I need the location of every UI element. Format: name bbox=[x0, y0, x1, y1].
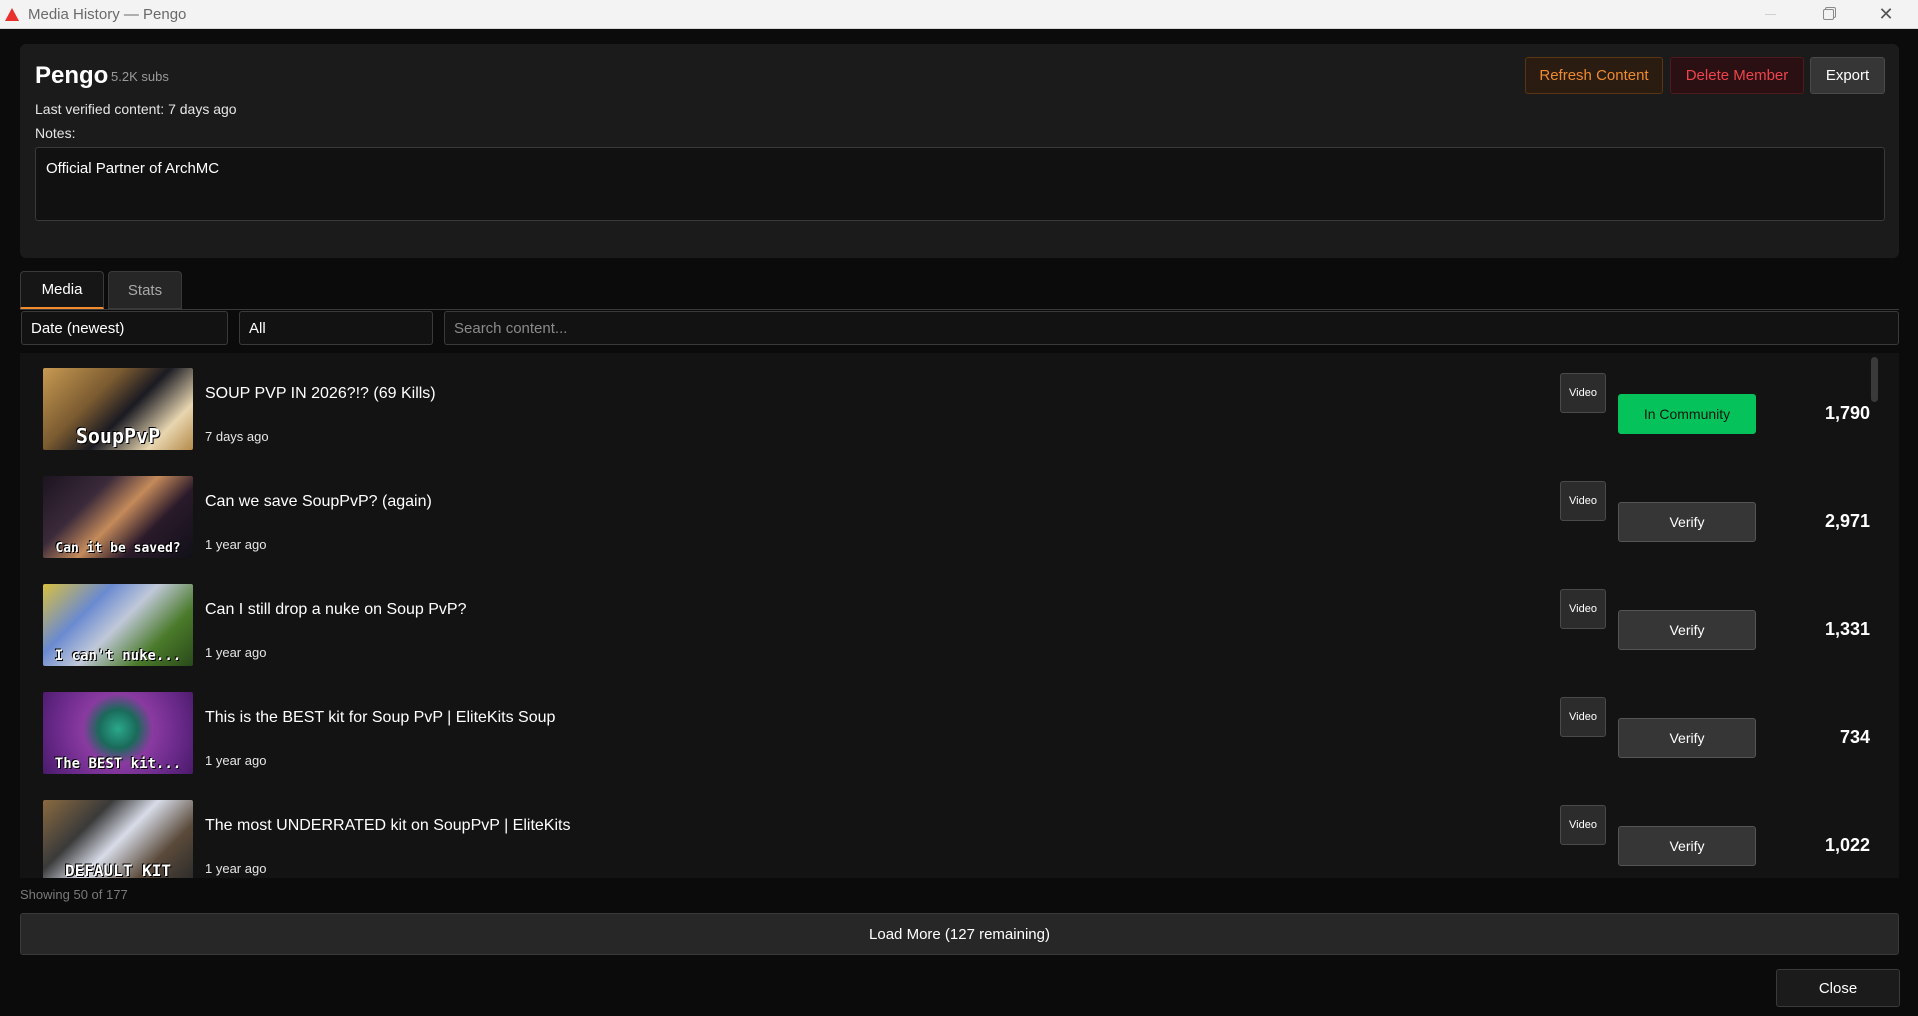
list-item: DEFAULT KIT The most UNDERRATED kit on S… bbox=[20, 785, 1880, 878]
scrollbar-thumb[interactable] bbox=[1871, 357, 1878, 402]
media-type-badge: Video bbox=[1560, 805, 1606, 845]
restore-icon bbox=[1822, 9, 1834, 20]
media-list: SoupPvP SOUP PVP IN 2026?!? (69 Kills) 7… bbox=[20, 353, 1899, 878]
close-button[interactable]: Close bbox=[1776, 969, 1900, 1007]
list-item: Can it be saved? Can we save SoupPvP? (a… bbox=[20, 461, 1880, 561]
maximize-button[interactable] bbox=[1804, 0, 1852, 29]
export-button[interactable]: Export bbox=[1810, 57, 1885, 94]
list-item: I can't nuke... Can I still drop a nuke … bbox=[20, 569, 1880, 669]
media-date: 1 year ago bbox=[205, 645, 267, 660]
media-title[interactable]: SOUP PVP IN 2026?!? (69 Kills) bbox=[205, 385, 436, 403]
last-verified-text: Last verified content: 7 days ago bbox=[35, 101, 237, 117]
subscriber-count: 5.2K subs bbox=[111, 69, 169, 84]
list-item: SoupPvP SOUP PVP IN 2026?!? (69 Kills) 7… bbox=[20, 353, 1880, 453]
video-thumbnail[interactable]: The BEST kit... bbox=[43, 692, 193, 774]
notes-label: Notes: bbox=[35, 125, 76, 141]
media-type-badge: Video bbox=[1560, 589, 1606, 629]
tab-media[interactable]: Media bbox=[20, 271, 104, 309]
video-thumbnail[interactable]: SoupPvP bbox=[43, 368, 193, 450]
tab-divider bbox=[20, 309, 1899, 310]
tab-stats[interactable]: Stats bbox=[108, 271, 182, 309]
thumbnail-caption: SoupPvP bbox=[75, 424, 161, 448]
close-icon: ✕ bbox=[1878, 4, 1894, 24]
showing-count: Showing 50 of 177 bbox=[20, 887, 128, 902]
in-community-button[interactable]: In Community bbox=[1618, 394, 1756, 434]
media-date: 7 days ago bbox=[205, 429, 269, 444]
list-scrollbar[interactable] bbox=[1870, 353, 1878, 878]
load-more-button[interactable]: Load More (127 remaining) bbox=[20, 913, 1899, 955]
thumbnail-caption: DEFAULT KIT bbox=[65, 861, 171, 878]
media-date: 1 year ago bbox=[205, 861, 267, 876]
view-count: 1,022 bbox=[1824, 835, 1870, 855]
video-thumbnail[interactable]: DEFAULT KIT bbox=[43, 800, 193, 878]
sort-select[interactable]: Date (newest) bbox=[21, 311, 228, 345]
media-date: 1 year ago bbox=[205, 753, 267, 768]
list-item: The BEST kit... This is the BEST kit for… bbox=[20, 677, 1880, 777]
type-filter-select[interactable]: All bbox=[239, 311, 433, 345]
refresh-content-button[interactable]: Refresh Content bbox=[1525, 57, 1663, 94]
media-type-badge: Video bbox=[1560, 697, 1606, 737]
media-title[interactable]: This is the BEST kit for Soup PvP | Elit… bbox=[205, 709, 555, 727]
verify-button[interactable]: Verify bbox=[1618, 826, 1756, 866]
verify-button[interactable]: Verify bbox=[1618, 610, 1756, 650]
delete-member-button[interactable]: Delete Member bbox=[1670, 57, 1804, 94]
app-logo-icon bbox=[5, 8, 19, 21]
thumbnail-caption: The BEST kit... bbox=[54, 756, 182, 772]
verify-button[interactable]: Verify bbox=[1618, 718, 1756, 758]
video-thumbnail[interactable]: I can't nuke... bbox=[43, 584, 193, 666]
media-type-badge: Video bbox=[1560, 481, 1606, 521]
video-thumbnail[interactable]: Can it be saved? bbox=[43, 476, 193, 558]
verify-button[interactable]: Verify bbox=[1618, 502, 1756, 542]
view-count: 1,790 bbox=[1824, 403, 1870, 423]
view-count: 1,331 bbox=[1824, 619, 1870, 639]
window-close-button[interactable]: ✕ bbox=[1862, 0, 1910, 29]
minimize-button[interactable] bbox=[1746, 0, 1794, 29]
media-date: 1 year ago bbox=[205, 537, 267, 552]
member-header-panel: Pengo 5.2K subs Last verified content: 7… bbox=[20, 44, 1899, 258]
media-type-badge: Video bbox=[1560, 373, 1606, 413]
notes-textarea[interactable]: Official Partner of ArchMC bbox=[35, 147, 1885, 221]
minimize-icon bbox=[1764, 14, 1776, 15]
media-title[interactable]: Can I still drop a nuke on Soup PvP? bbox=[205, 601, 467, 619]
view-count: 2,971 bbox=[1824, 511, 1870, 531]
media-title[interactable]: Can we save SoupPvP? (again) bbox=[205, 493, 432, 511]
media-title[interactable]: The most UNDERRATED kit on SoupPvP | Eli… bbox=[205, 817, 570, 835]
search-input[interactable]: Search content... bbox=[444, 311, 1899, 345]
window-title: Media History — Pengo bbox=[28, 6, 187, 23]
view-count: 734 bbox=[1839, 727, 1870, 747]
title-bar: Media History — Pengo ✕ bbox=[0, 0, 1918, 29]
thumbnail-caption: Can it be saved? bbox=[55, 541, 181, 556]
thumbnail-caption: I can't nuke... bbox=[54, 648, 182, 664]
channel-name: Pengo bbox=[35, 62, 109, 89]
